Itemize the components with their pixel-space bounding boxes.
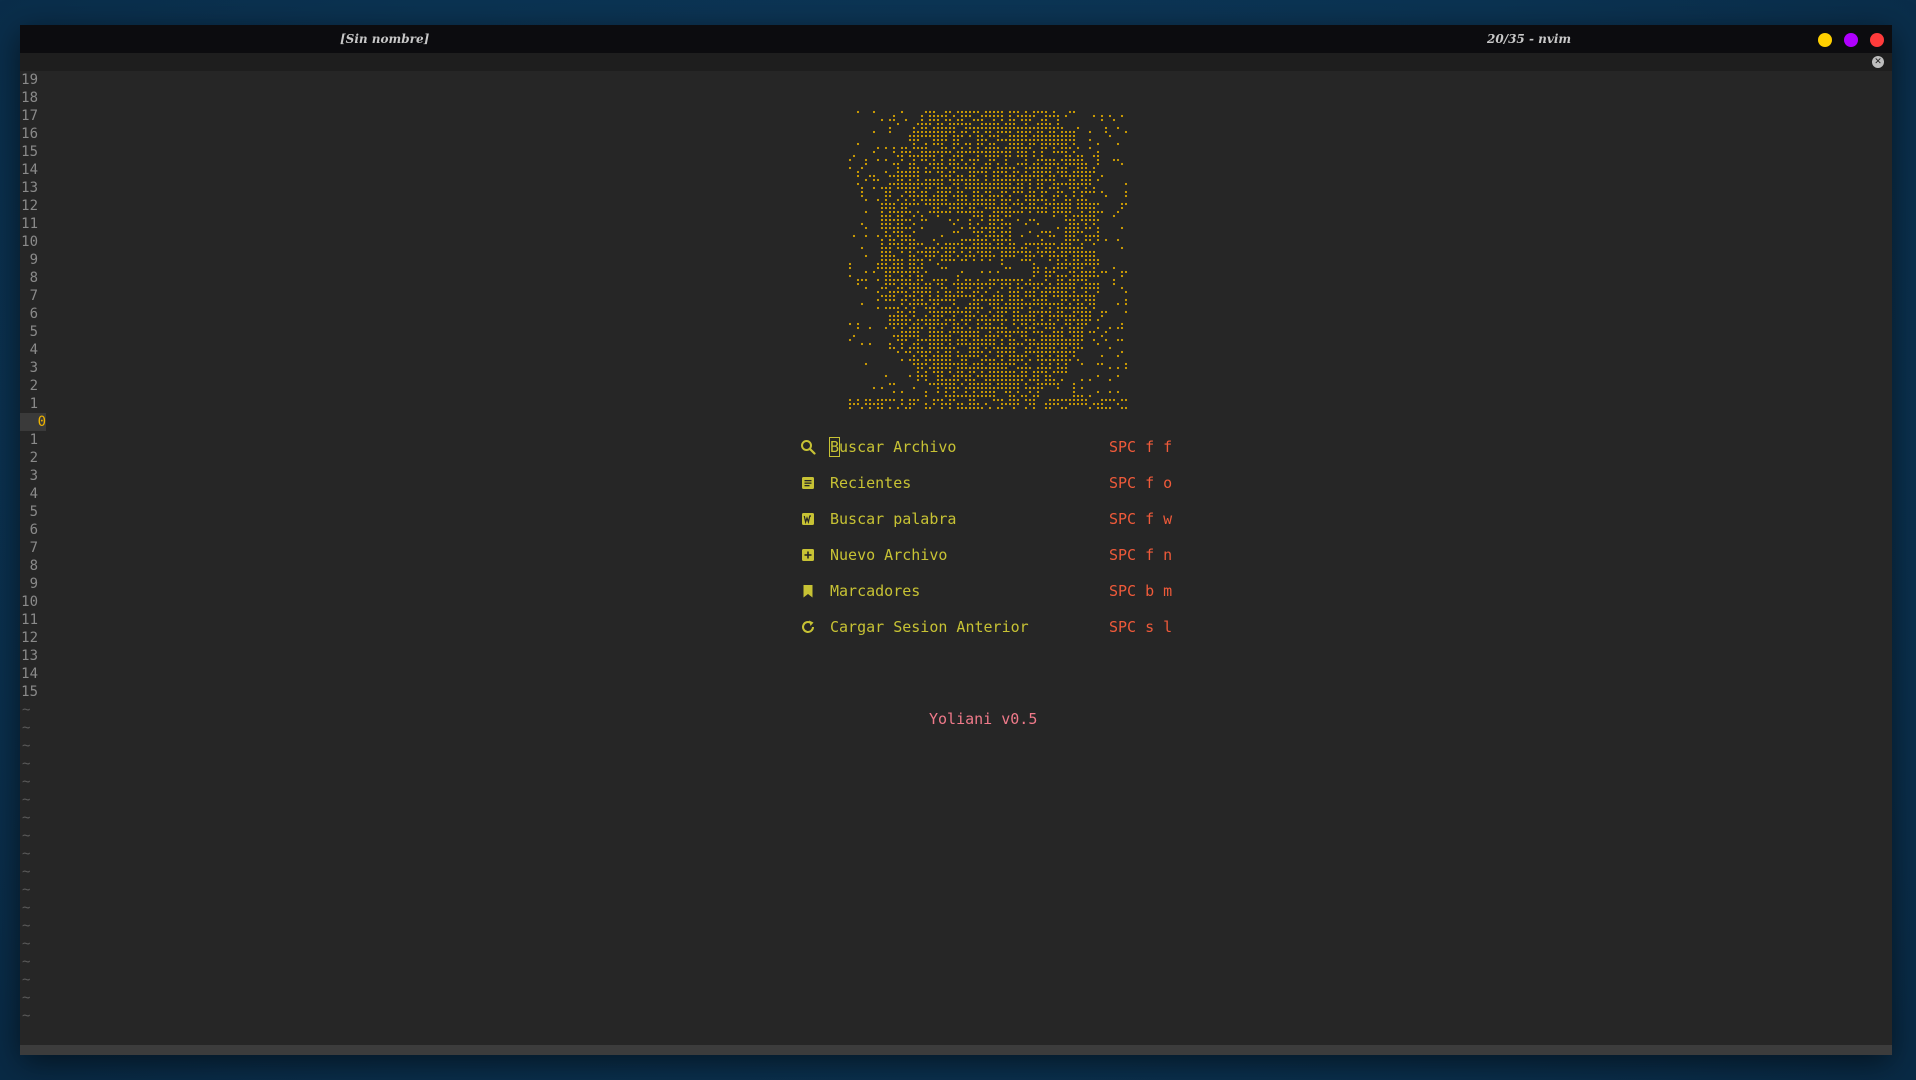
line-number: 5 (29, 324, 38, 340)
line-number: 9 (29, 576, 38, 592)
dashboard-item-label: Buscar palabra (830, 510, 957, 528)
empty-line-tilde: ~ (22, 702, 31, 718)
buffer-title: [Sin nombre] (340, 32, 430, 46)
dashboard-item-label: Nuevo Archivo (830, 546, 948, 564)
header-ascii-art (848, 110, 1128, 410)
dashboard-item-label: Recientes (830, 474, 912, 492)
empty-line-tilde: ~ (22, 828, 31, 844)
line-number: 13 (21, 180, 38, 196)
maximize-button[interactable] (1844, 33, 1858, 47)
line-number: 11 (21, 612, 38, 628)
dashboard-item-cargar-sesion-anterior[interactable]: Cargar Sesion Anterior SPC s l (800, 611, 1220, 647)
empty-line-tilde: ~ (22, 774, 31, 790)
empty-line-tilde: ~ (22, 792, 31, 808)
line-number: 12 (21, 630, 38, 646)
empty-line-tilde: ~ (22, 756, 31, 772)
dashboard-menu: Buscar Archivo SPC f f Recientes SPC f o Bus… (800, 431, 1220, 647)
dashboard-item-label: Marcadores (830, 582, 921, 600)
dashboard-item-shortcut: SPC b m (1109, 582, 1173, 600)
dashboard-item-recientes[interactable]: Recientes SPC f o (800, 467, 1220, 503)
window-title: 20/35 - nvim (1487, 32, 1572, 46)
empty-line-tilde: ~ (22, 882, 31, 898)
ascii-portrait-image (848, 110, 1128, 410)
dashboard-item-nuevo-archivo[interactable]: Nuevo Archivo SPC f n (800, 539, 1220, 575)
line-number: 16 (21, 126, 38, 142)
line-number: 19 (21, 72, 38, 88)
dashboard-item-shortcut: SPC f o (1109, 474, 1173, 492)
empty-line-tilde: ~ (22, 1008, 31, 1024)
line-number: 6 (29, 306, 38, 322)
empty-line-tilde: ~ (22, 972, 31, 988)
empty-line-tilde: ~ (22, 810, 31, 826)
empty-line-tilde: ~ (22, 918, 31, 934)
line-number: 18 (21, 90, 38, 106)
line-number: 6 (29, 522, 38, 538)
dashboard-item-marcadores[interactable]: Marcadores SPC b m (800, 575, 1220, 611)
line-number: 15 (21, 144, 38, 160)
line-number: 15 (21, 684, 38, 700)
line-number: 1 (29, 432, 38, 448)
title-bar[interactable]: [Sin nombre] 20/35 - nvim (20, 25, 1892, 53)
reload-icon (800, 619, 816, 635)
line-number: 7 (29, 540, 38, 556)
empty-line-tilde: ~ (22, 720, 31, 736)
search-icon (800, 439, 816, 455)
line-number: 13 (21, 648, 38, 664)
dashboard-item-shortcut: SPC f w (1109, 510, 1173, 528)
empty-line-tilde: ~ (22, 990, 31, 1006)
bookmark-icon (800, 583, 816, 599)
line-number: 14 (21, 162, 38, 178)
empty-line-tilde: ~ (22, 900, 31, 916)
line-number: 5 (29, 504, 38, 520)
line-number: 12 (21, 198, 38, 214)
empty-line-tilde: ~ (22, 936, 31, 952)
line-number: 11 (21, 216, 38, 232)
dashboard-item-shortcut: SPC s l (1109, 618, 1173, 636)
word-search-icon (800, 511, 816, 527)
line-number: 7 (29, 288, 38, 304)
tabline: ✕ (20, 53, 1892, 71)
line-number: 8 (29, 558, 38, 574)
line-number: 10 (21, 594, 38, 610)
line-number: 8 (29, 270, 38, 286)
dashboard-item-buscar-palabra[interactable]: Buscar palabra SPC f w (800, 503, 1220, 539)
nvim-window: [Sin nombre] 20/35 - nvim ✕ 19 18 17 16 15 14… (20, 25, 1892, 1055)
line-number: 2 (29, 450, 38, 466)
line-number: 10 (21, 234, 38, 250)
line-number: 4 (29, 342, 38, 358)
line-number: 2 (29, 378, 38, 394)
dashboard-footer: Yoliani v0.5 (929, 710, 1038, 728)
empty-line-tilde: ~ (22, 738, 31, 754)
empty-line-tilde: ~ (22, 846, 31, 862)
empty-line-tilde: ~ (22, 954, 31, 970)
minimize-button[interactable] (1818, 33, 1832, 47)
dashboard-item-label: Cargar Sesion Anterior (830, 618, 1029, 636)
dashboard-item-buscar-archivo[interactable]: Buscar Archivo SPC f f (800, 431, 1220, 467)
line-number: 4 (29, 486, 38, 502)
dashboard-item-shortcut: SPC f f (1109, 438, 1173, 456)
line-number: 3 (29, 360, 38, 376)
dashboard-item-label: Buscar Archivo (828, 437, 957, 457)
line-number: 9 (29, 252, 38, 268)
dashboard-item-shortcut: SPC f n (1109, 546, 1173, 564)
text-cursor: B (828, 437, 841, 457)
line-number: 1 (29, 396, 38, 412)
tab-close-icon[interactable]: ✕ (1872, 56, 1884, 68)
recent-file-icon (800, 475, 816, 491)
line-number-gutter: 19 18 17 16 15 14 13 12 11 10 9 8 7 6 5 4 3 2 1 0 1 2 3 4 5 6 7 8 9 1… (20, 71, 50, 1025)
line-number: 14 (21, 666, 38, 682)
current-line-number: 0 (20, 413, 46, 431)
new-file-icon (800, 547, 816, 563)
line-number: 17 (21, 108, 38, 124)
close-button[interactable] (1870, 33, 1884, 47)
empty-line-tilde: ~ (22, 864, 31, 880)
line-number: 3 (29, 468, 38, 484)
status-bar (20, 1045, 1892, 1055)
